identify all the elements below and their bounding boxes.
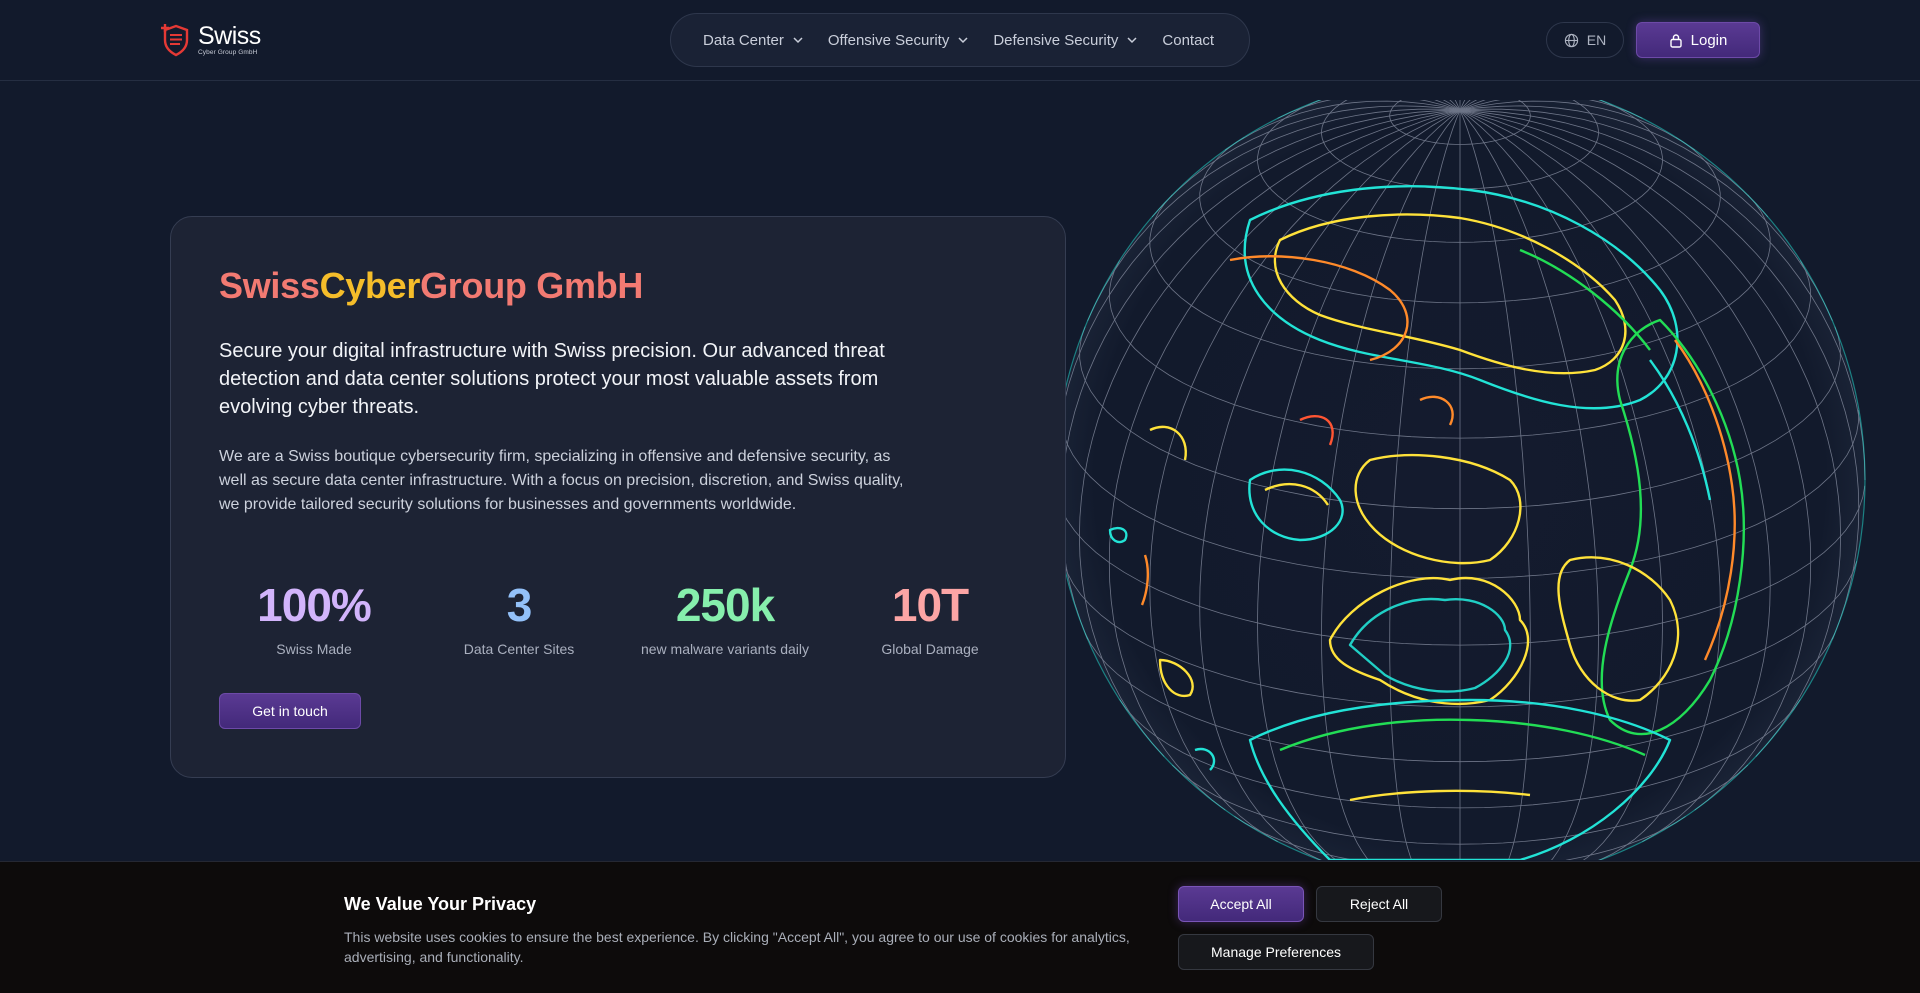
login-label: Login — [1690, 31, 1728, 49]
shield-cross-icon — [161, 24, 189, 57]
chevron-down-icon — [1127, 37, 1137, 44]
nav-item-label: Contact — [1162, 31, 1215, 49]
chevron-down-icon — [793, 37, 803, 44]
logo-name: Swiss — [198, 21, 261, 50]
hero-title: SwissCyberGroup GmbH — [219, 265, 643, 307]
logo[interactable]: Swiss Cyber Group GmbH — [158, 21, 268, 59]
stat-global-damage: 10T Global Damage — [835, 577, 1025, 657]
nav-item-offensive-security[interactable]: Offensive Security — [828, 32, 969, 49]
logo-subtitle: Cyber Group GmbH — [198, 48, 258, 56]
hero-title-part3: Group GmbH — [420, 265, 644, 306]
hero-title-part1: Swiss — [219, 265, 320, 306]
hero-title-part2: Cyber — [319, 265, 421, 306]
cookie-banner: We Value Your Privacy This website uses … — [0, 861, 1920, 993]
nav-item-label: Data Center — [703, 31, 784, 49]
stats-row: 100% Swiss Made 3 Data Center Sites 250k… — [219, 577, 1039, 667]
nav-item-contact[interactable]: Contact — [1162, 32, 1214, 49]
stat-label: new malware variants daily — [640, 641, 810, 657]
login-button[interactable]: Login — [1636, 22, 1760, 58]
stat-label: Data Center Sites — [463, 641, 575, 657]
stat-value: 10T — [891, 579, 969, 631]
hero-description: We are a Swiss boutique cybersecurity fi… — [219, 448, 904, 513]
hero-card: SwissCyberGroup GmbH Secure your digital… — [170, 216, 1066, 778]
globe-illustration — [1050, 100, 1870, 860]
nav-item-label: Offensive Security — [827, 31, 950, 49]
stat-value: 100% — [257, 579, 372, 631]
lock-icon — [1669, 33, 1682, 48]
site-header: Swiss Cyber Group GmbH Data Center Offen… — [0, 0, 1920, 81]
globe-icon — [1564, 33, 1578, 47]
language-selector[interactable]: EN — [1546, 22, 1624, 58]
reject-all-button[interactable]: Reject All — [1316, 886, 1442, 922]
main-nav: Data Center Offensive Security Defensive… — [670, 13, 1250, 67]
globe-icon — [1054, 100, 1866, 860]
cookie-title: We Value Your Privacy — [344, 894, 537, 914]
stat-data-center-sites: 3 Data Center Sites — [424, 577, 614, 657]
hero-lead: Secure your digital infrastructure with … — [219, 340, 885, 418]
nav-item-label: Defensive Security — [993, 31, 1119, 49]
stat-label: Swiss Made — [276, 641, 352, 657]
nav-item-defensive-security[interactable]: Defensive Security — [993, 32, 1138, 49]
accept-all-button[interactable]: Accept All — [1178, 886, 1304, 922]
get-in-touch-button[interactable]: Get in touch — [219, 693, 361, 729]
stat-swiss-made: 100% Swiss Made — [219, 577, 409, 657]
manage-preferences-button[interactable]: Manage Preferences — [1178, 934, 1374, 970]
chevron-down-icon — [958, 37, 968, 44]
language-label: EN — [1586, 32, 1607, 48]
nav-item-data-center[interactable]: Data Center — [703, 32, 804, 49]
stat-value: 3 — [506, 579, 533, 631]
stat-label: Global Damage — [881, 641, 979, 657]
stat-malware-variants: 250k new malware variants daily — [630, 577, 820, 657]
cookie-text: This website uses cookies to ensure the … — [344, 929, 1130, 965]
stat-value: 250k — [675, 579, 775, 631]
